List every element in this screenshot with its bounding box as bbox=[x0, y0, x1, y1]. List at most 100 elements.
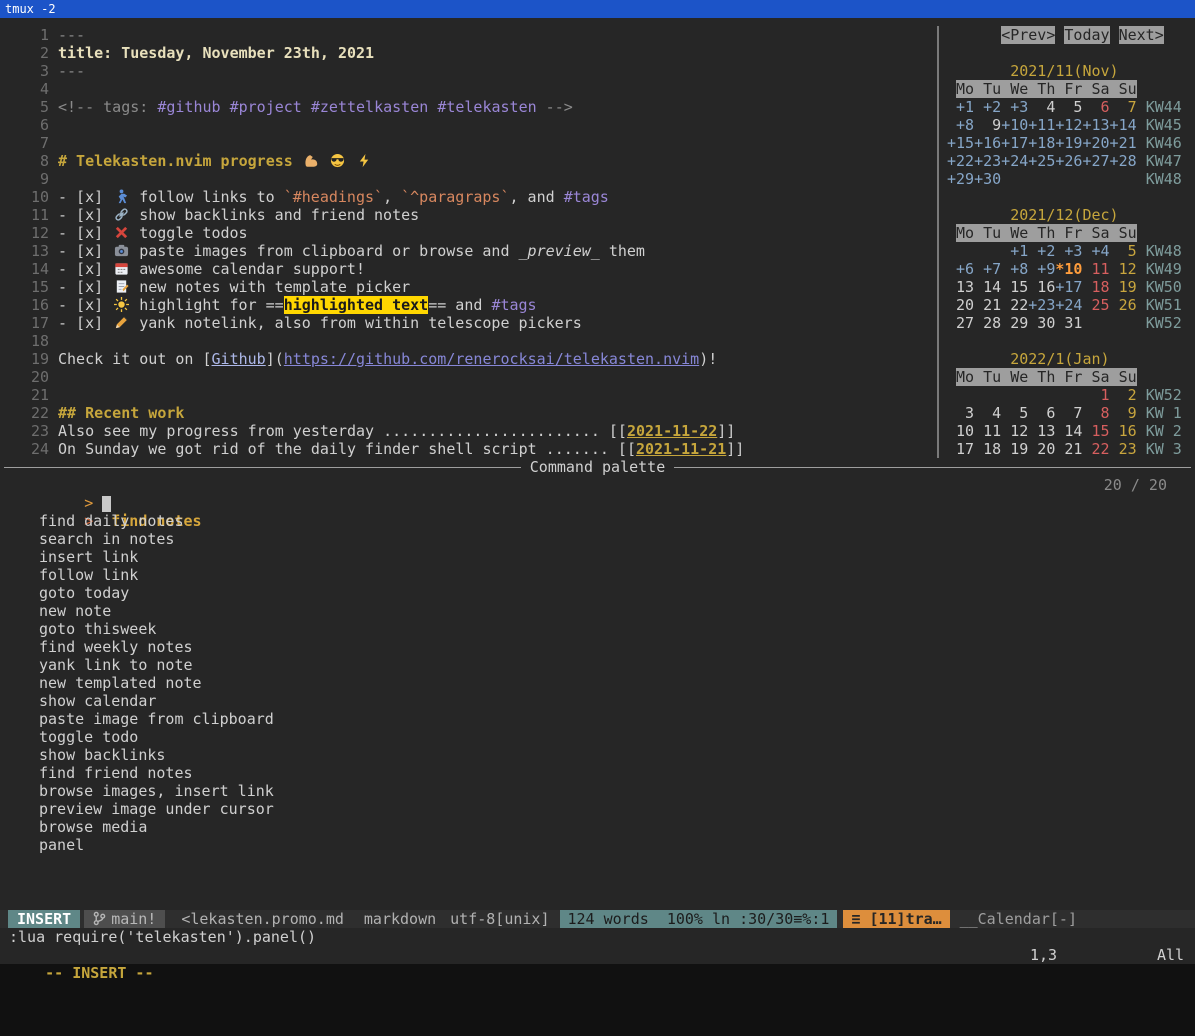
github-link[interactable]: Github bbox=[212, 350, 266, 368]
calendar-day-run[interactable]: 9 bbox=[974, 116, 1001, 134]
text-run bbox=[1137, 440, 1146, 458]
line-number: 23 bbox=[13, 422, 49, 440]
text-run bbox=[1137, 278, 1146, 296]
calendar-row bbox=[939, 332, 1195, 350]
line-number: 16 bbox=[13, 296, 49, 314]
calendar-day-run[interactable]: 20 21 22 bbox=[947, 296, 1028, 314]
calendar-day-run[interactable]: 25 bbox=[1082, 296, 1109, 314]
calendar-day-run[interactable]: 9 bbox=[1110, 404, 1137, 422]
calendar-prev-button[interactable]: <Prev> bbox=[1001, 26, 1055, 44]
text-run bbox=[1110, 26, 1119, 44]
text-run bbox=[1001, 170, 1146, 188]
editor-pane[interactable]: 1---2title: Tuesday, November 23th, 2021… bbox=[0, 26, 937, 458]
palette-item[interactable]: yank link to note bbox=[0, 656, 1195, 674]
palette-item[interactable]: find weekly notes bbox=[0, 638, 1195, 656]
calendar-day-run[interactable]: +22+23+24+25+26+27+28 bbox=[947, 152, 1137, 170]
calendar-next-button[interactable]: Next> bbox=[1119, 26, 1164, 44]
palette-item[interactable]: paste image from clipboard bbox=[0, 710, 1195, 728]
palette-item[interactable]: goto today bbox=[0, 584, 1195, 602]
palette-item[interactable]: new templated note bbox=[0, 674, 1195, 692]
palette-item[interactable]: toggle todo bbox=[0, 728, 1195, 746]
palette-item[interactable]: show backlinks bbox=[0, 746, 1195, 764]
calendar-day-run[interactable]: 26 bbox=[1110, 296, 1137, 314]
text-run: # Telekasten.nvim progress bbox=[58, 152, 302, 170]
palette-item[interactable]: goto thisweek bbox=[0, 620, 1195, 638]
calendar-day-run[interactable]: 2 bbox=[1110, 386, 1137, 404]
palette-item[interactable]: browse images, insert link bbox=[0, 782, 1195, 800]
git-branch-icon bbox=[93, 911, 106, 926]
calendar-day-run[interactable]: +17 bbox=[1055, 278, 1082, 296]
tab-segment[interactable]: ≡ [11]tra… bbox=[843, 910, 949, 928]
palette-item[interactable]: find friend notes bbox=[0, 764, 1195, 782]
text-run: new notes with template picker bbox=[130, 278, 410, 296]
calendar-row: 2021/12(Dec) bbox=[939, 206, 1195, 224]
text-run bbox=[1082, 314, 1145, 332]
calendar-sidebar[interactable]: <Prev> Today Next> 2021/11(Nov) Mo Tu We… bbox=[937, 26, 1195, 458]
wiki-link[interactable]: 2021-11-21 bbox=[636, 440, 726, 458]
palette-item[interactable]: follow link bbox=[0, 566, 1195, 584]
text-run bbox=[947, 80, 956, 98]
calendar-day-run[interactable]: 27 28 29 30 31 bbox=[947, 314, 1082, 332]
week-number: KW49 bbox=[1146, 260, 1182, 278]
calendar-day-run[interactable]: 4 5 bbox=[1028, 98, 1082, 116]
calendar-day-run[interactable]: +15+16+17+18+19+20+21 bbox=[947, 134, 1137, 152]
line-number: 6 bbox=[13, 116, 49, 134]
line-number: 4 bbox=[13, 80, 49, 98]
url-link[interactable]: https://github.com/renerocksai/telekaste… bbox=[284, 350, 699, 368]
calendar-day-run[interactable]: 8 bbox=[1082, 404, 1109, 422]
calendar-day-run[interactable]: 10 11 12 13 14 bbox=[947, 422, 1082, 440]
palette-item[interactable]: search in notes bbox=[0, 530, 1195, 548]
calendar-day-run[interactable]: +29+30 bbox=[947, 170, 1001, 188]
editor-line: 2title: Tuesday, November 23th, 2021 bbox=[0, 44, 937, 62]
editor-line: 5<!-- tags: #github #project #zettelkast… bbox=[0, 98, 937, 116]
calendar-day-run[interactable]: 17 18 19 20 21 bbox=[947, 440, 1082, 458]
text-run: yank notelink, also from within telescop… bbox=[130, 314, 582, 332]
month-title: 2022/1(Jan) bbox=[947, 350, 1110, 368]
text-run: - [x] bbox=[58, 206, 112, 224]
editor-line: 10- [x] follow links to `#headings`, `^p… bbox=[0, 188, 937, 206]
calendar-day-run[interactable]: 12 bbox=[1110, 260, 1137, 278]
calendar-day-run[interactable]: 18 bbox=[1082, 278, 1109, 296]
zap-icon bbox=[356, 152, 374, 170]
today-marker[interactable]: *10 bbox=[1055, 260, 1082, 278]
calendar-day-run[interactable]: +8 bbox=[947, 116, 974, 134]
command-line[interactable]: :lua require('telekasten').panel() bbox=[0, 928, 1195, 946]
calendar-day-run[interactable]: +6 +7 +8 +9 bbox=[947, 260, 1055, 278]
palette-item[interactable]: insert link bbox=[0, 548, 1195, 566]
text-run bbox=[947, 368, 956, 386]
calendar-today-button[interactable]: Today bbox=[1064, 26, 1109, 44]
calendar-day-run[interactable]: 23 bbox=[1110, 440, 1137, 458]
calendar-day-run[interactable]: 13 14 15 16 bbox=[947, 278, 1055, 296]
calendar-day-run[interactable]: 6 bbox=[1082, 98, 1109, 116]
text-run: ]] bbox=[726, 440, 744, 458]
calendar-day-run[interactable]: +1 +2 +3 bbox=[947, 98, 1028, 116]
calendar-day-run[interactable]: 16 bbox=[1110, 422, 1137, 440]
encoding: utf-8[unix] bbox=[450, 910, 549, 928]
calendar-day-run[interactable]: +10+11+12+13+14 bbox=[1001, 116, 1136, 134]
command-palette: Command palette > 20 / 20 >find notes fi… bbox=[0, 458, 1195, 910]
git-branch-segment[interactable]: main! bbox=[84, 910, 165, 928]
calendar-day-run[interactable]: 19 bbox=[1110, 278, 1137, 296]
palette-item[interactable]: show calendar bbox=[0, 692, 1195, 710]
calendar-day-run[interactable]: 11 bbox=[1082, 260, 1109, 278]
palette-selected-item[interactable]: >find notes bbox=[0, 494, 1195, 512]
calendar-row bbox=[939, 188, 1195, 206]
calendar-row: +1 +2 +3 4 5 6 7 KW44 bbox=[939, 98, 1195, 116]
palette-item[interactable]: preview image under cursor bbox=[0, 800, 1195, 818]
calendar-day-run[interactable]: 7 bbox=[1110, 98, 1137, 116]
calendar-day-run[interactable]: 1 bbox=[1082, 386, 1109, 404]
palette-item[interactable]: browse media bbox=[0, 818, 1195, 836]
calendar-day-run[interactable]: 3 4 5 6 7 bbox=[947, 404, 1082, 422]
calendar-day-run[interactable]: 22 bbox=[1082, 440, 1109, 458]
palette-item[interactable]: panel bbox=[0, 836, 1195, 854]
line-number: 5 bbox=[13, 98, 49, 116]
palette-prompt-row[interactable]: > 20 / 20 bbox=[0, 476, 1195, 494]
text-run: ## Recent work bbox=[58, 404, 184, 422]
palette-item[interactable]: find daily notes bbox=[0, 512, 1195, 530]
calendar-day-run[interactable]: +1 +2 +3 +4 bbox=[1001, 242, 1109, 260]
calendar-day-run[interactable]: 5 bbox=[1110, 242, 1137, 260]
palette-item[interactable]: new note bbox=[0, 602, 1195, 620]
calendar-day-run[interactable]: +23+24 bbox=[1028, 296, 1082, 314]
wiki-link[interactable]: 2021-11-22 bbox=[627, 422, 717, 440]
calendar-day-run[interactable]: 15 bbox=[1082, 422, 1109, 440]
